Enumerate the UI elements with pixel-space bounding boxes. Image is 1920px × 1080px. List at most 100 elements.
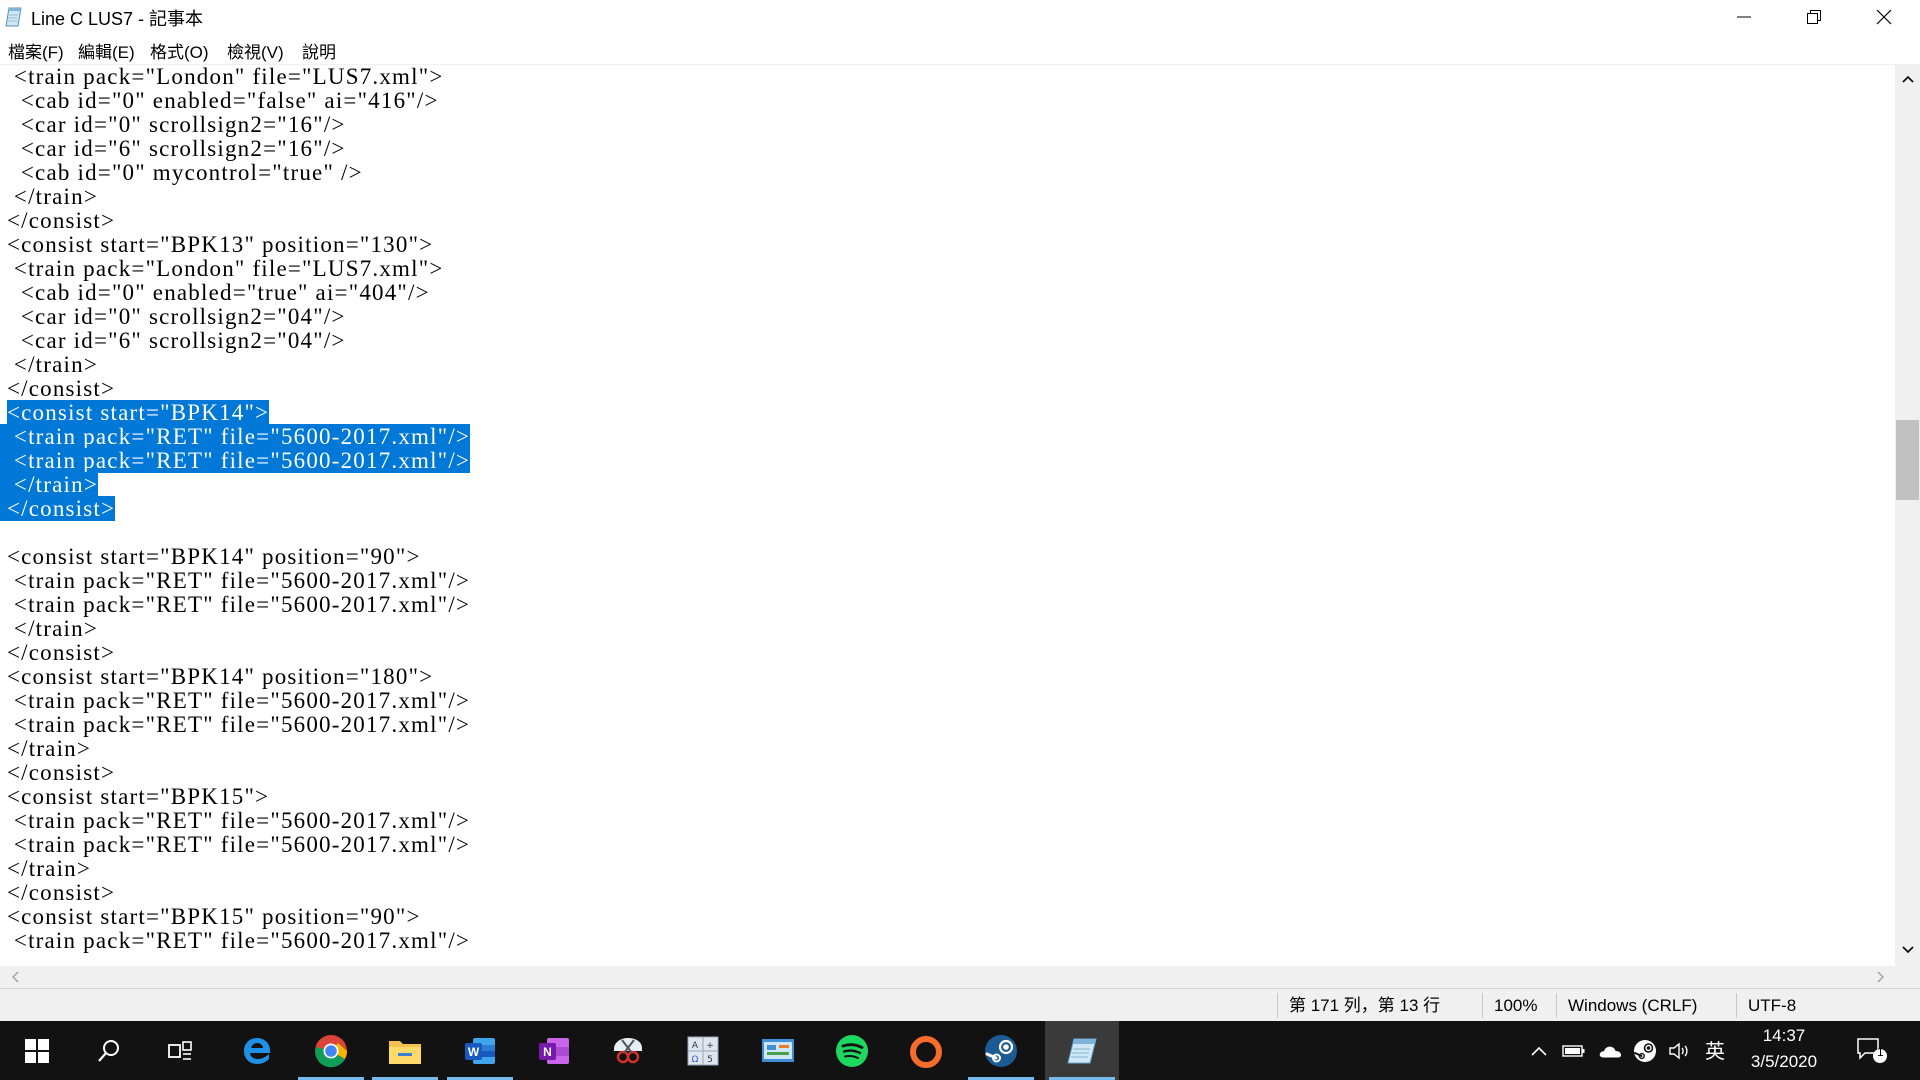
code-line[interactable]: <train pack="RET" file="5600-2017.xml"/>: [0, 833, 470, 857]
code-line[interactable]: <train pack="London" file="LUS7.xml">: [0, 65, 444, 89]
taskbar-file-explorer[interactable]: [368, 1021, 442, 1080]
status-divider: [1736, 993, 1737, 1018]
menu-help[interactable]: 說明: [302, 38, 336, 63]
taskbar-origin[interactable]: [889, 1021, 963, 1080]
taskbar-search-button[interactable]: [72, 1021, 146, 1080]
battery-button[interactable]: [1562, 1039, 1586, 1063]
selected-code-line[interactable]: <train pack="RET" file="5600-2017.xml"/>: [0, 448, 471, 473]
selected-code-line[interactable]: <train pack="RET" file="5600-2017.xml"/>: [0, 424, 471, 449]
code-line[interactable]: <consist start="BPK13" position="130">: [0, 233, 433, 257]
code-line[interactable]: </train>: [0, 617, 98, 641]
vertical-scrollbar[interactable]: [1895, 64, 1920, 966]
code-line[interactable]: <consist start="BPK14" position="180">: [0, 665, 433, 689]
minimize-button[interactable]: [1709, 0, 1779, 34]
show-hidden-icons-button[interactable]: [1527, 1039, 1551, 1063]
close-button[interactable]: [1849, 0, 1919, 34]
taskbar-edge[interactable]: [220, 1021, 294, 1080]
svg-text:5: 5: [707, 1055, 713, 1065]
line-text: <train pack="RET" file="5600-2017.xml"/>: [13, 928, 471, 953]
file-explorer-icon: [389, 1040, 421, 1064]
line-text: <train pack="RET" file="5600-2017.xml"/>: [13, 688, 471, 713]
code-line[interactable]: <car id="6" scrollsign2="04"/>: [0, 329, 346, 353]
code-line[interactable]: </train>: [0, 353, 98, 377]
code-line[interactable]: <consist start="BPK15">: [0, 785, 269, 809]
action-center-button[interactable]: 1: [1856, 1036, 1890, 1064]
menu-file[interactable]: 檔案(F): [8, 38, 64, 63]
clock-date[interactable]: 3/5/2020: [1729, 1052, 1839, 1072]
line-text: <cab id="0" enabled="true" ai="404"/>: [20, 280, 430, 305]
menu-format[interactable]: 格式(O): [150, 38, 209, 63]
line-text: </consist>: [6, 640, 116, 665]
vertical-scroll-thumb[interactable]: [1896, 420, 1919, 500]
chevron-down-icon: [1901, 946, 1914, 954]
code-line[interactable]: <train pack="RET" file="5600-2017.xml"/>: [0, 569, 470, 593]
selected-code-line[interactable]: </consist>: [0, 496, 116, 521]
code-line[interactable]: <cab id="0" enabled="false" ai="416"/>: [0, 89, 439, 113]
control-panel-icon: [762, 1038, 794, 1062]
cursor-position: 第 171 列，第 13 行: [1289, 996, 1441, 1015]
horizontal-scrollbar[interactable]: [0, 966, 1895, 988]
code-line[interactable]: <train pack="RET" file="5600-2017.xml"/>: [0, 593, 470, 617]
code-line[interactable]: <car id="0" scrollsign2="04"/>: [0, 305, 346, 329]
code-line[interactable]: <consist start="BPK15" position="90">: [0, 905, 421, 929]
menu-view[interactable]: 檢視(V): [227, 38, 284, 63]
code-line[interactable]: <cab id="0" enabled="true" ai="404"/>: [0, 281, 430, 305]
taskbar-onenote[interactable]: N: [517, 1021, 591, 1080]
taskbar-character-map[interactable]: A + Ω 5: [666, 1021, 740, 1080]
code-line[interactable]: <consist start="BPK14" position="90">: [0, 545, 421, 569]
selected-code-line[interactable]: </train>: [0, 472, 98, 497]
text-editor[interactable]: <train pack="London" file="LUS7.xml"> <c…: [0, 64, 1895, 967]
volume-button[interactable]: [1668, 1039, 1692, 1063]
taskbar-spotify[interactable]: [815, 1021, 889, 1080]
taskbar-chrome[interactable]: [294, 1021, 368, 1080]
code-line[interactable]: </train>: [0, 737, 91, 761]
taskbar-word[interactable]: W: [443, 1021, 517, 1080]
onedrive-cloud-icon: [1599, 1046, 1622, 1058]
line-text: </train>: [13, 616, 98, 641]
restore-button[interactable]: [1779, 0, 1849, 34]
task-view-button[interactable]: [143, 1021, 217, 1080]
line-text: <cab id="0" enabled="false" ai="416"/>: [20, 88, 439, 113]
code-line[interactable]: </train>: [0, 185, 98, 209]
scroll-right-button[interactable]: [1868, 966, 1893, 988]
line-text: <train pack="RET" file="5600-2017.xml"/>: [13, 712, 471, 737]
scroll-down-button[interactable]: [1895, 939, 1920, 961]
status-bar: 第 171 列，第 13 行 100% Windows (CRLF) UTF-8: [0, 988, 1920, 1022]
code-line[interactable]: <train pack="RET" file="5600-2017.xml"/>: [0, 689, 470, 713]
taskbar-control-panel[interactable]: [741, 1021, 815, 1080]
scroll-up-button[interactable]: [1895, 68, 1920, 90]
selected-code-line[interactable]: <consist start="BPK14">: [0, 400, 270, 425]
line-text: </consist>: [6, 208, 116, 233]
start-button[interactable]: [0, 1021, 74, 1080]
steam-tray-button[interactable]: [1633, 1039, 1657, 1063]
notification-icon: [1857, 1038, 1887, 1063]
taskbar-snipping-tool[interactable]: [591, 1021, 665, 1080]
line-text: <consist start="BPK14" position="90">: [6, 544, 421, 569]
line-text: <consist start="BPK15" position="90">: [6, 904, 421, 929]
code-line[interactable]: <train pack="RET" file="5600-2017.xml"/>: [0, 713, 470, 737]
onedrive-button[interactable]: [1598, 1039, 1622, 1063]
code-line[interactable]: </consist>: [0, 209, 115, 233]
scroll-left-button[interactable]: [2, 966, 27, 988]
battery-icon: [1562, 1045, 1585, 1057]
code-line[interactable]: <car id="6" scrollsign2="16"/>: [0, 137, 346, 161]
code-line[interactable]: <train pack="RET" file="5600-2017.xml"/>: [0, 929, 470, 953]
code-line[interactable]: </train>: [0, 857, 91, 881]
code-line[interactable]: <car id="0" scrollsign2="16"/>: [0, 113, 346, 137]
code-line[interactable]: </consist>: [0, 377, 115, 401]
taskbar-steam[interactable]: [964, 1021, 1038, 1080]
code-line[interactable]: <train pack="London" file="LUS7.xml">: [0, 257, 444, 281]
edge-icon: [244, 1037, 270, 1064]
code-line[interactable]: </consist>: [0, 881, 115, 905]
input-method-indicator[interactable]: 英: [1703, 1037, 1727, 1063]
clock-time[interactable]: 14:37: [1729, 1026, 1839, 1046]
menu-edit[interactable]: 編輯(E): [78, 38, 135, 63]
code-line[interactable]: <cab id="0" mycontrol="true" />: [0, 161, 363, 185]
encoding: UTF-8: [1748, 996, 1797, 1015]
code-line[interactable]: <train pack="RET" file="5600-2017.xml"/>: [0, 809, 470, 833]
taskbar-notepad[interactable]: [1045, 1021, 1119, 1080]
chevron-up-icon: [1901, 75, 1914, 83]
code-line[interactable]: </consist>: [0, 761, 115, 785]
status-divider: [1277, 993, 1278, 1018]
code-line[interactable]: </consist>: [0, 641, 115, 665]
